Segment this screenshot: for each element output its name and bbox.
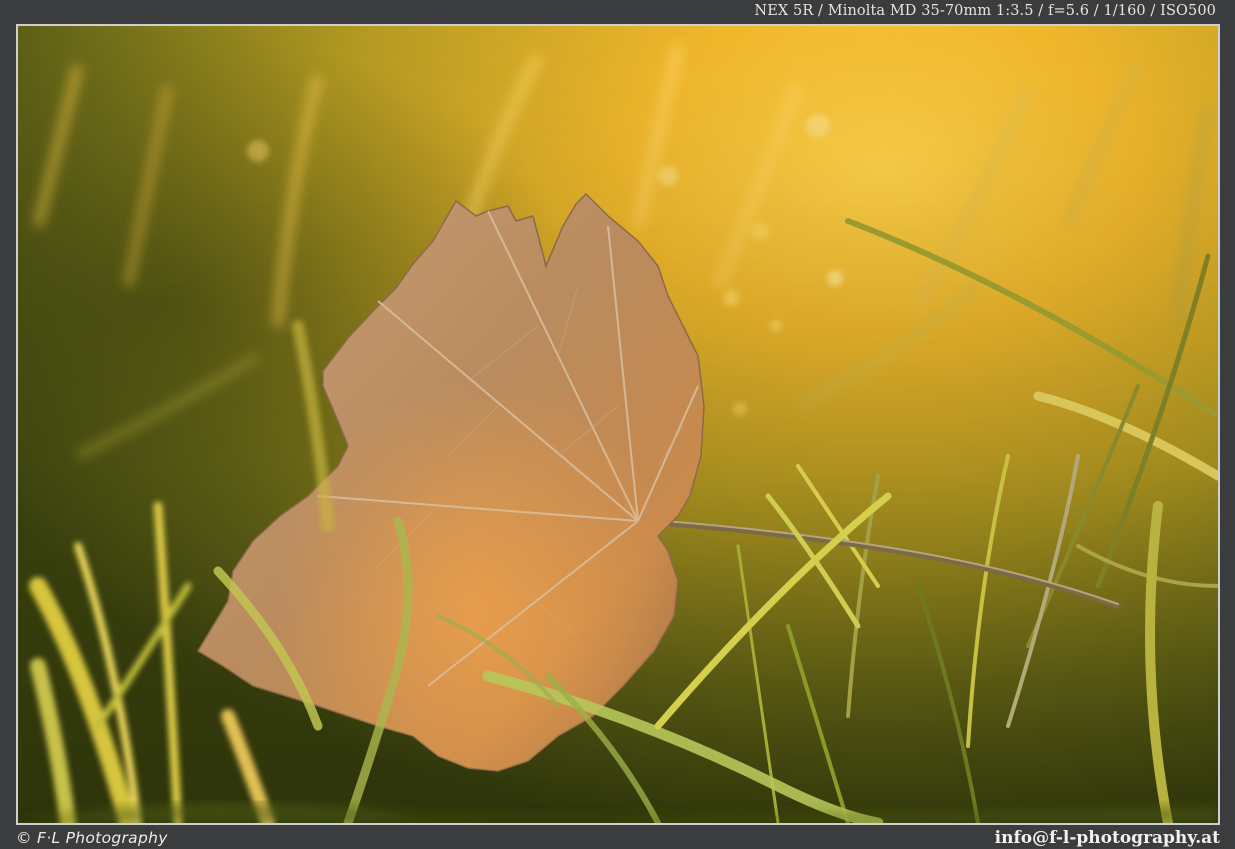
copyright-watermark: © F·L Photography (16, 829, 168, 847)
photo-frame: NEX 5R / Minolta MD 35-70mm 1:3.5 / f=5.… (0, 0, 1235, 849)
contact-email: info@f-l-photography.at (994, 828, 1220, 848)
leaf-in-grass-photo (18, 26, 1218, 823)
photograph (16, 24, 1220, 825)
exif-caption: NEX 5R / Minolta MD 35-70mm 1:3.5 / f=5.… (754, 3, 1216, 19)
